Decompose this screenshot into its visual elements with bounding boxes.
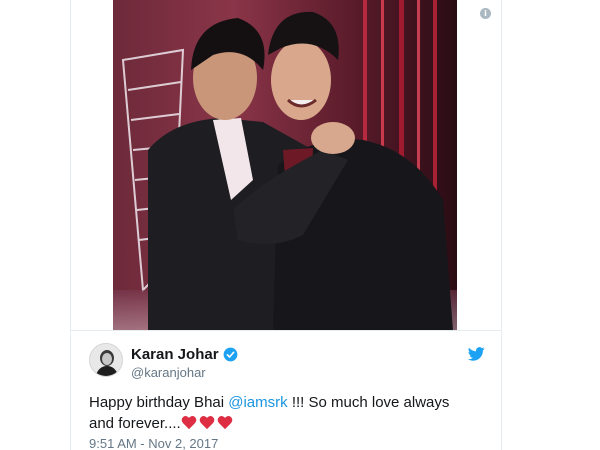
embedded-tweet-card: i Karan Johar @karanjohar Happy birthday… xyxy=(70,0,502,450)
info-icon[interactable]: i xyxy=(480,8,491,19)
author-name[interactable]: Karan Johar xyxy=(131,346,219,363)
avatar[interactable] xyxy=(89,343,123,377)
author-handle[interactable]: @karanjohar xyxy=(131,365,206,380)
tweet-text-start: Happy birthday Bhai xyxy=(89,394,229,411)
tweet-timestamp[interactable]: 9:51 AM - Nov 2, 2017 xyxy=(89,436,218,450)
red-heart-icon xyxy=(217,415,233,430)
hearts xyxy=(181,415,235,436)
red-heart-icon xyxy=(181,415,197,430)
twitter-bird-icon[interactable] xyxy=(468,347,485,361)
red-heart-icon xyxy=(199,415,215,430)
tweet-text: Happy birthday Bhai @iamsrk !!! So much … xyxy=(89,392,469,436)
tweet-photo[interactable] xyxy=(113,0,457,330)
verified-badge-icon xyxy=(223,347,237,362)
tweet-header: Karan Johar @karanjohar xyxy=(89,343,485,380)
author-name-row: Karan Johar xyxy=(131,346,238,363)
mention-link[interactable]: @iamsrk xyxy=(228,394,287,411)
divider xyxy=(71,330,501,331)
tweet-photo-image xyxy=(113,0,457,330)
